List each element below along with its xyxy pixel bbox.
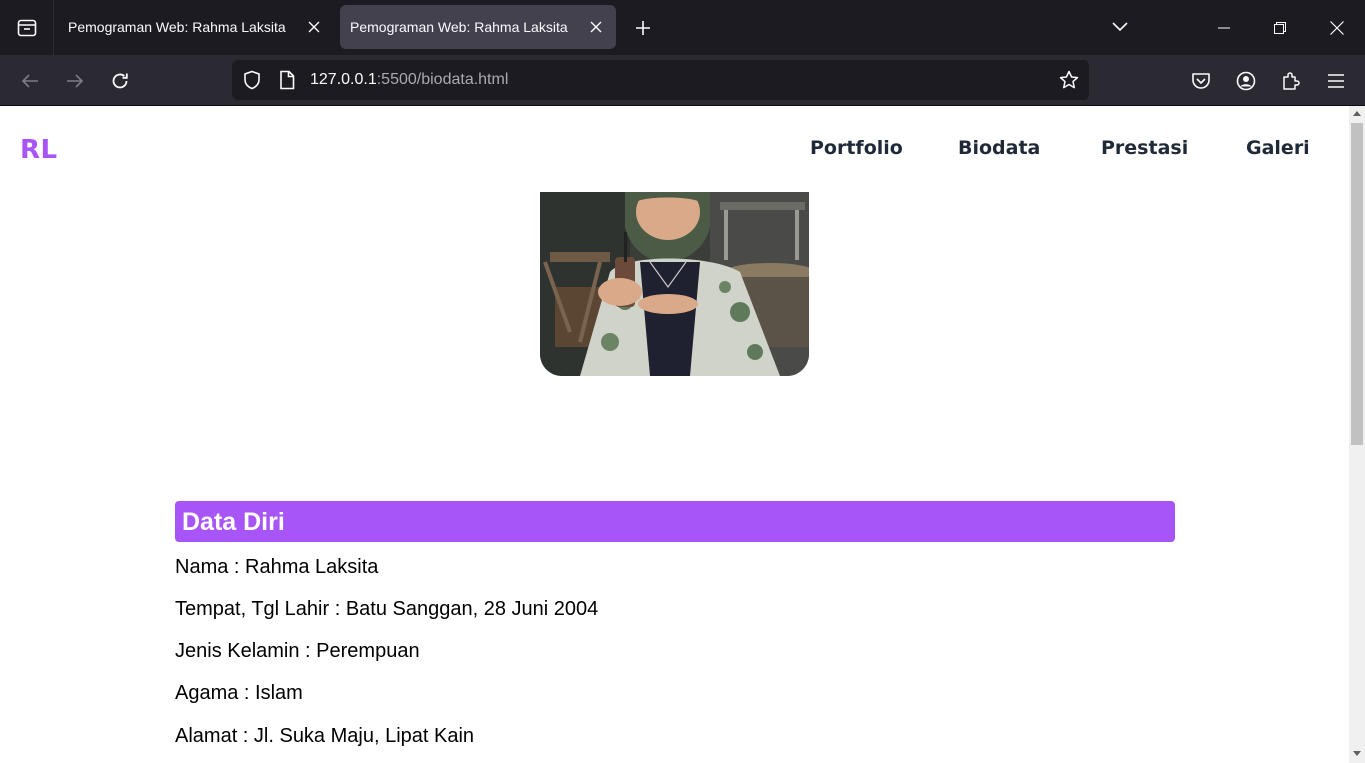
page-icon[interactable] [277, 70, 297, 90]
restore-button[interactable] [1252, 0, 1308, 55]
browser-tab[interactable]: Pemograman Web: Rahma Laksita [58, 5, 334, 49]
tab-title: Pemograman Web: Rahma Laksita [68, 19, 286, 35]
pocket-icon [1192, 73, 1210, 89]
chevron-down-icon [1112, 22, 1128, 32]
nav-link-portfolio[interactable]: Portfolio [810, 137, 903, 159]
puzzle-icon [1283, 72, 1300, 90]
navigation-toolbar: 127.0.0.1:5500/biodata.html [0, 55, 1365, 106]
arrow-right-icon [67, 74, 84, 88]
reload-button[interactable] [105, 66, 135, 96]
tab-overview-icon [17, 19, 36, 36]
back-button[interactable] [15, 66, 45, 96]
scroll-up-arrow-icon[interactable] [1353, 110, 1361, 118]
browser-tab-active[interactable]: Pemograman Web: Rahma Laksita [340, 5, 616, 49]
address-bar[interactable]: 127.0.0.1:5500/biodata.html [232, 60, 1089, 100]
close-window-button[interactable] [1309, 0, 1365, 55]
app-menu-button[interactable] [1324, 69, 1348, 93]
minimize-icon [1218, 27, 1230, 28]
restore-icon [1274, 21, 1286, 34]
tab-bar: Pemograman Web: Rahma Laksita Pemograman… [0, 0, 1365, 55]
minimize-button[interactable] [1196, 0, 1252, 55]
reload-icon [112, 73, 128, 89]
extensions-button[interactable] [1279, 69, 1303, 93]
site-navigation: Portfolio Biodata Prestasi Galeri [0, 137, 1349, 167]
arrow-left-icon [21, 74, 38, 88]
url-host: 127.0.0.1 [310, 71, 377, 88]
plus-icon [636, 21, 650, 35]
bio-agama: Agama : Islam [175, 682, 303, 704]
new-tab-button[interactable] [630, 15, 656, 41]
tab-overview-button[interactable] [0, 0, 54, 55]
account-icon [1236, 71, 1256, 91]
close-tab-icon[interactable] [304, 17, 324, 37]
bio-nama: Nama : Rahma Laksita [175, 556, 379, 578]
nav-link-prestasi[interactable]: Prestasi [1101, 137, 1188, 159]
bio-alamat: Alamat : Jl. Suka Maju, Lipat Kain [175, 725, 475, 747]
forward-button[interactable] [60, 66, 90, 96]
section-heading-text: Data Diri [182, 508, 285, 536]
bookmark-star-icon[interactable] [1059, 70, 1079, 90]
bio-jenis-kelamin: Jenis Kelamin : Perempuan [175, 640, 420, 662]
url-text[interactable]: 127.0.0.1:5500/biodata.html [310, 71, 508, 89]
tab-title: Pemograman Web: Rahma Laksita [350, 19, 568, 35]
account-button[interactable] [1234, 69, 1258, 93]
shield-icon[interactable] [242, 70, 262, 90]
scroll-down-arrow-icon[interactable] [1353, 749, 1361, 757]
vertical-scrollbar[interactable] [1349, 106, 1365, 763]
close-icon [1330, 20, 1344, 35]
url-path: :5500/biodata.html [376, 71, 509, 88]
page-viewport: RL Portfolio Biodata Prestasi Galeri Dat… [0, 106, 1349, 763]
section-heading-data-diri: Data Diri [175, 501, 1175, 542]
nav-link-biodata[interactable]: Biodata [958, 137, 1040, 159]
nav-link-galeri[interactable]: Galeri [1246, 137, 1310, 159]
close-tab-icon[interactable] [586, 17, 606, 37]
list-all-tabs-button[interactable] [1107, 14, 1133, 40]
profile-photo [540, 192, 809, 376]
scrollbar-thumb[interactable] [1351, 123, 1363, 445]
bio-tempat-tgl-lahir: Tempat, Tgl Lahir : Batu Sanggan, 28 Jun… [175, 598, 599, 620]
hamburger-menu-icon [1328, 74, 1344, 88]
pocket-button[interactable] [1189, 69, 1213, 93]
